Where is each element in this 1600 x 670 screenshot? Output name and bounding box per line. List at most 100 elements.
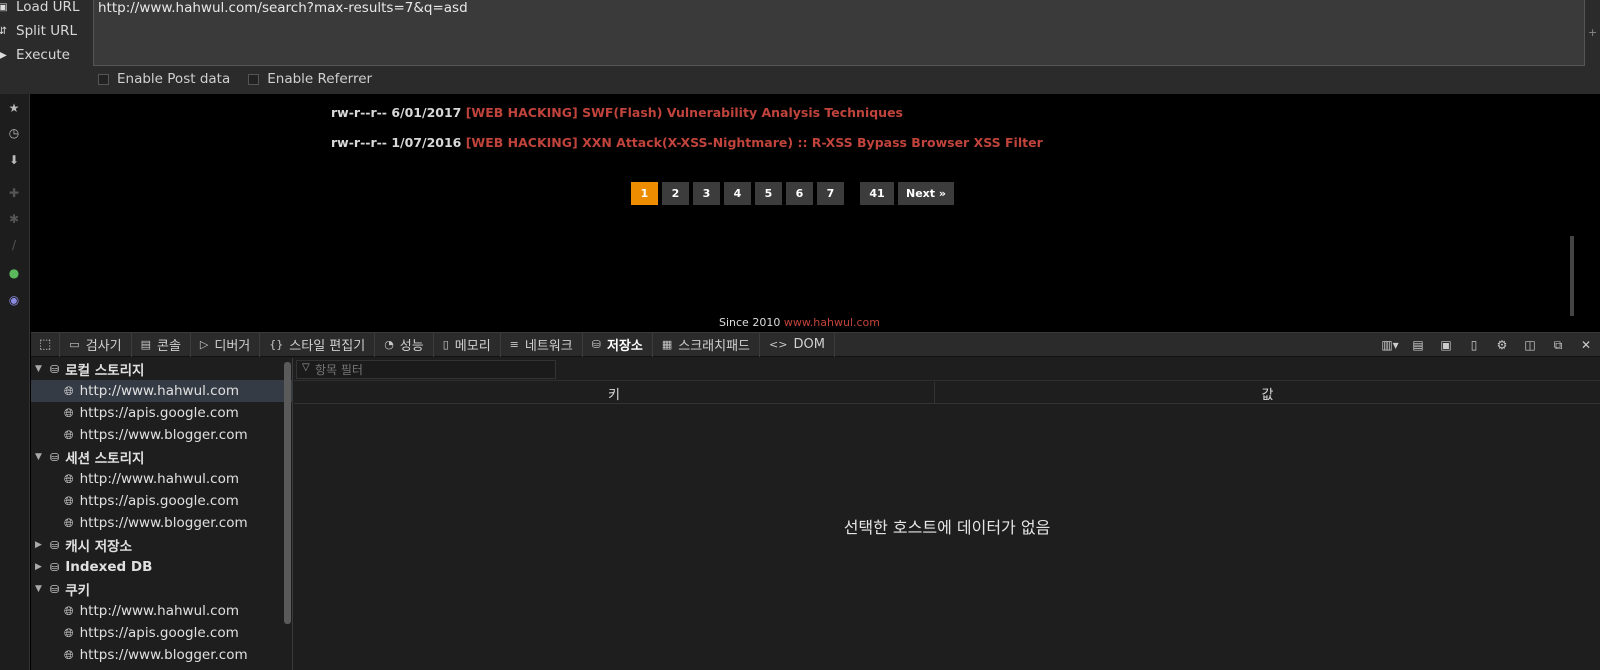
separate-window-icon[interactable]: ⧉: [1544, 338, 1572, 353]
sidebar-scrollbar[interactable]: [284, 362, 291, 624]
addon-icon[interactable]: ✚: [6, 185, 22, 201]
load-url-button[interactable]: ▣ Load URL: [0, 0, 92, 18]
page-1-button[interactable]: 1: [631, 182, 658, 205]
pen-icon[interactable]: /: [6, 237, 22, 253]
referrer-checkbox[interactable]: [248, 73, 260, 85]
split-console-icon[interactable]: ▤: [1404, 338, 1432, 352]
filter-icon: ▽: [302, 362, 310, 373]
empty-message: 선택한 호스트에 데이터가 없음: [843, 518, 1051, 537]
tree-indexed-db[interactable]: ▶ ⛁ Indexed DB: [31, 556, 292, 578]
tab-inspector[interactable]: ▭ 검사기: [60, 332, 132, 357]
tree-session-storage[interactable]: ▼ ⛁ 세션 스토리지: [31, 446, 292, 468]
enable-post-data-option[interactable]: Enable Post data: [98, 71, 230, 87]
database-icon: ⛁: [50, 582, 60, 596]
page-3-button[interactable]: 3: [693, 182, 720, 205]
tab-scratchpad[interactable]: ▦ 스크래치패드: [653, 332, 761, 357]
storage-icon: ⛁: [591, 338, 601, 351]
element-picker-button[interactable]: ⬚: [31, 332, 61, 357]
tree-host-item[interactable]: 🌐︎ https://apis.google.com: [31, 402, 292, 424]
filter-bar: ▽: [294, 358, 1600, 381]
enable-referrer-option[interactable]: Enable Referrer: [248, 71, 372, 87]
frame-select-icon[interactable]: ▥▾: [1376, 338, 1404, 352]
tree-cookies[interactable]: ▼ ⛁ 쿠키: [31, 578, 292, 600]
gear-icon[interactable]: ⚙: [1488, 338, 1516, 352]
tree-host-item[interactable]: 🌐︎ http://www.hahwul.com: [31, 380, 292, 402]
tree-host-item[interactable]: 🌐︎ http://www.hahwul.com: [31, 600, 292, 622]
tab-storage[interactable]: ⛁ 저장소: [583, 332, 653, 357]
scrollbar-thumb[interactable]: [1570, 236, 1574, 316]
memory-icon: ▯: [442, 338, 449, 351]
execute-button[interactable]: ▶ Execute: [0, 44, 92, 66]
post-entry: rw-r--r-- 6/01/2017 [WEB HACKING] SWF(Fl…: [331, 105, 903, 120]
tree-host-item[interactable]: 🌐︎ https://www.blogger.com: [31, 424, 292, 446]
hackbar-options: Enable Post data Enable Referrer: [98, 68, 390, 90]
tree-local-storage[interactable]: ▼ ⛁ 로컬 스토리지: [31, 358, 292, 380]
content-scrollbar[interactable]: [1569, 94, 1600, 332]
tab-debugger[interactable]: ▷ 디버거: [191, 332, 261, 357]
expand-arrow-icon[interactable]: ▼: [35, 584, 45, 594]
page-5-button[interactable]: 5: [755, 182, 782, 205]
history-icon[interactable]: ◷: [6, 125, 22, 141]
page-6-button[interactable]: 6: [786, 182, 813, 205]
tree-cache-storage[interactable]: ▶ ⛁ 캐시 저장소: [31, 534, 292, 556]
page-2-button[interactable]: 2: [662, 182, 689, 205]
bookmark-icon[interactable]: ★: [6, 100, 22, 116]
dock-side-icon[interactable]: ◫: [1516, 338, 1544, 352]
tree-host-item[interactable]: 🌐︎ https://apis.google.com: [31, 490, 292, 512]
column-header-value[interactable]: 값: [935, 382, 1600, 404]
collapse-arrow-icon[interactable]: ▶: [35, 562, 45, 572]
tab-style-editor[interactable]: {} 스타일 편집기: [260, 332, 376, 357]
page-footer: Since 2010 www.hahwul.com: [719, 316, 881, 329]
globe-icon: 🌐︎: [64, 383, 74, 398]
url-input[interactable]: http://www.hahwul.com/search?max-results…: [93, 0, 1585, 66]
tree-host-item[interactable]: 🌐︎ http://www.hahwul.com: [31, 468, 292, 490]
web-content: rw-r--r-- 6/01/2017 [WEB HACKING] SWF(Fl…: [31, 94, 1569, 332]
download-icon[interactable]: ⬇: [6, 152, 22, 168]
tab-performance[interactable]: ◔ 성능: [375, 332, 434, 357]
globe-extension-icon[interactable]: ◉: [6, 292, 22, 308]
devtools-toolbar: ⬚ ▭ 검사기 ▤ 콘솔 ▷ 디버거 {} 스타일 편집기 ◔ 성능 ▯ 메모리 ≡ 네트워크…: [31, 332, 1600, 357]
left-toolbar: ★ ◷ ⬇ ✚ ✱ / ● ◉: [0, 94, 30, 670]
page-4-button[interactable]: 4: [724, 182, 751, 205]
pagination: 1 2 3 4 5 6 7 41 Next »: [631, 182, 958, 205]
next-page-button[interactable]: Next »: [898, 182, 954, 205]
expand-arrow-icon[interactable]: ▼: [35, 452, 45, 462]
tree-host-item[interactable]: 🌐︎ https://www.blogger.com: [31, 512, 292, 534]
split-icon: ⇵: [0, 25, 8, 37]
expand-arrow-icon[interactable]: ▼: [35, 364, 45, 374]
dom-icon: <>: [769, 338, 788, 351]
globe-icon: 🌐︎: [64, 471, 74, 486]
page-41-button[interactable]: 41: [860, 182, 894, 205]
inspector-icon: ▭: [69, 338, 80, 351]
column-header-key[interactable]: 키: [294, 382, 935, 404]
tree-host-item[interactable]: 🌐︎ https://www.blogger.com: [31, 644, 292, 666]
network-icon: ≡: [509, 338, 519, 351]
collapse-arrow-icon[interactable]: ▶: [35, 540, 45, 550]
hackbar-panel: ▣ Load URL ⇵ Split URL ▶ Execute http://…: [0, 0, 1600, 94]
database-icon: ⛁: [50, 362, 60, 376]
url-box-edge: +: [1586, 0, 1600, 66]
post-link[interactable]: [WEB HACKING] XXN Attack(X-XSS-Nightmare…: [466, 135, 1043, 150]
post-link[interactable]: [WEB HACKING] SWF(Flash) Vulnerability A…: [466, 105, 903, 120]
database-icon: ⛁: [50, 538, 60, 552]
post-data-checkbox[interactable]: [98, 73, 109, 85]
execute-icon: ▶: [0, 49, 7, 61]
devtools-toolbar-right: ▥▾ ▤ ▣ ▯ ⚙ ◫ ⧉ ✕: [1376, 333, 1600, 357]
clipboard-icon[interactable]: ▣: [1432, 338, 1460, 352]
tab-network[interactable]: ≡ 네트워크: [501, 332, 583, 357]
responsive-mode-icon[interactable]: ▯: [1460, 338, 1488, 352]
tab-console[interactable]: ▤ 콘솔: [132, 332, 191, 357]
globe-icon: 🌐︎: [64, 405, 74, 420]
page-7-button[interactable]: 7: [817, 182, 844, 205]
tab-memory[interactable]: ▯ 메모리: [434, 332, 501, 357]
split-url-button[interactable]: ⇵ Split URL: [0, 20, 92, 42]
shield-icon[interactable]: ●: [6, 265, 22, 281]
debugger-icon: ▷: [199, 338, 209, 351]
post-entry: rw-r--r-- 1/07/2016 [WEB HACKING] XXN At…: [331, 135, 1043, 150]
tree-host-item[interactable]: 🌐︎ https://apis.google.com: [31, 622, 292, 644]
bug-icon[interactable]: ✱: [6, 211, 22, 227]
filter-input[interactable]: [296, 360, 556, 379]
tab-dom[interactable]: <> DOM: [760, 332, 835, 357]
close-icon[interactable]: ✕: [1572, 338, 1600, 352]
footer-link[interactable]: www.hahwul.com: [784, 316, 880, 329]
